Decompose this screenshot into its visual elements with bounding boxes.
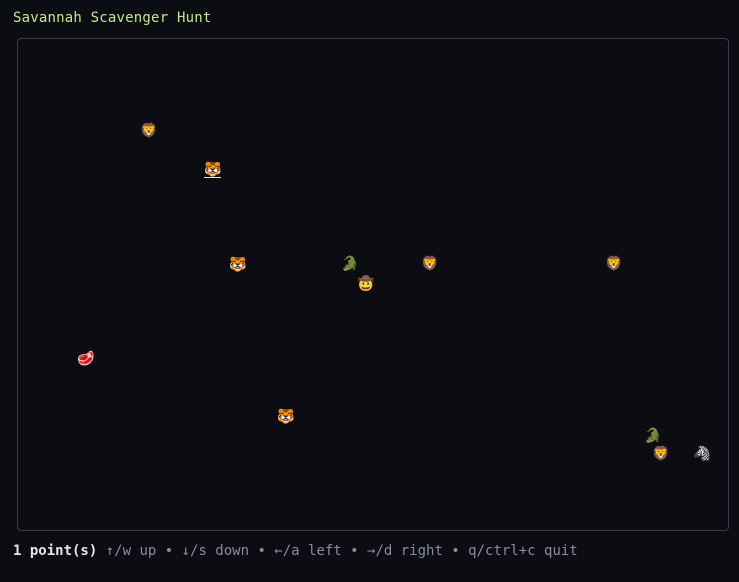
player-cowboy-icon: 🤠: [357, 276, 375, 292]
selection-underline: [204, 177, 221, 178]
tiger-icon: 🐯: [277, 409, 295, 425]
key-hints: ↑/w up • ↓/s down • ←/a left • →/d right…: [97, 543, 578, 559]
zebra-icon: 🦓: [693, 446, 711, 462]
game-board: 🦁 🐯 🐯 🐊 🤠 🦁 🦁 🥩 🐯 🐊 🦁 🦓: [17, 38, 729, 531]
crocodile-icon: 🐊: [644, 428, 662, 444]
status-bar: 1 point(s) ↑/w up • ↓/s down • ←/a left …: [13, 543, 578, 559]
lion-icon: 🦁: [421, 256, 439, 272]
game-title: Savannah Scavenger Hunt: [13, 10, 212, 26]
lion-icon: 🦁: [652, 446, 670, 462]
game-window: Savannah Scavenger Hunt 🦁 🐯 🐯 🐊 🤠 🦁 🦁 🥩 …: [0, 0, 739, 582]
lion-icon: 🦁: [605, 256, 623, 272]
meat-icon: 🥩: [77, 351, 95, 367]
score-counter: 1 point(s): [13, 543, 98, 559]
tiger-icon: 🐯: [229, 257, 247, 273]
crocodile-icon: 🐊: [341, 256, 359, 272]
lion-icon: 🦁: [140, 123, 158, 139]
